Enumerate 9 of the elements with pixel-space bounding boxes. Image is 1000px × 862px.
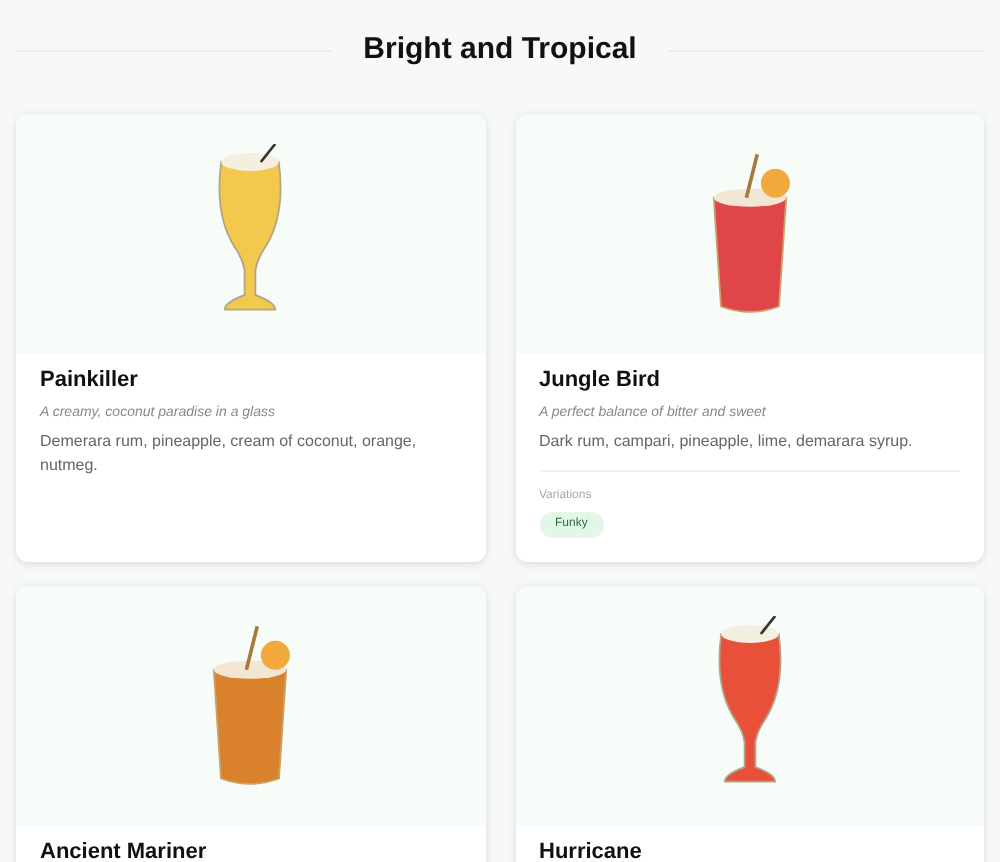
drink-name: Jungle Bird [539, 368, 663, 394]
drink-name: Painkiller [40, 368, 140, 394]
drink-ingredients: Dark rum, campari, pineapple, lime, demarara syrup. [539, 429, 915, 453]
drink-ingredients: Demerara rum, pineapple, cream of coconut, orange, nutmeg. [40, 429, 419, 477]
drink-name: Hurricane [539, 839, 644, 862]
drink-card[interactable]: Ancient Mariner [16, 585, 485, 862]
drink-name: Ancient Mariner [40, 839, 209, 862]
section-title: Bright and Tropical [363, 29, 637, 70]
drink-card[interactable]: Hurricane [515, 585, 984, 862]
